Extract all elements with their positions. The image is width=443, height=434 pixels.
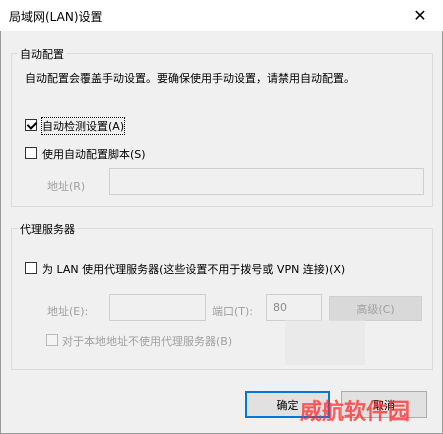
auto-detect-checkbox[interactable]	[25, 119, 37, 131]
proxy-group-label: 代理服务器	[18, 221, 77, 237]
watermark-logo: 威航软件园	[300, 400, 411, 425]
auto-config-group-label: 自动配置	[18, 46, 66, 62]
window-title: 局域网(LAN)设置	[9, 10, 103, 24]
watermark-noise	[285, 320, 365, 365]
close-icon: ✕	[413, 6, 427, 25]
advanced-button[interactable]: 高级(C)	[329, 296, 422, 321]
script-address-input[interactable]	[109, 168, 424, 195]
port-label: 端口(T):	[212, 305, 254, 318]
use-script-label[interactable]: 使用自动配置脚本(S)	[42, 146, 146, 162]
advanced-button-label: 高级(C)	[356, 302, 395, 316]
close-button[interactable]: ✕	[397, 0, 443, 31]
bypass-local-label[interactable]: 对于本地地址不使用代理服务器(B)	[62, 333, 232, 349]
bypass-local-checkbox[interactable]	[46, 334, 58, 346]
proxy-address-label: 地址(E):	[47, 305, 89, 318]
proxy-address-input[interactable]	[109, 294, 206, 321]
use-script-checkbox[interactable]	[25, 147, 37, 159]
auto-detect-label[interactable]: 自动检测设置(A)	[40, 117, 126, 135]
port-input[interactable]: 80	[266, 294, 322, 321]
script-address-label: 地址(R)	[47, 180, 86, 193]
use-proxy-checkbox[interactable]	[25, 262, 37, 274]
use-proxy-label[interactable]: 为 LAN 使用代理服务器(这些设置不用于拨号或 VPN 连接)(X)	[42, 261, 345, 277]
title-bar: 局域网(LAN)设置 ✕	[0, 0, 443, 31]
auto-config-description: 自动配置会覆盖手动设置。要确保使用手动设置，请禁用自动配置。	[25, 72, 355, 85]
ok-button-label: 确定	[276, 398, 299, 412]
